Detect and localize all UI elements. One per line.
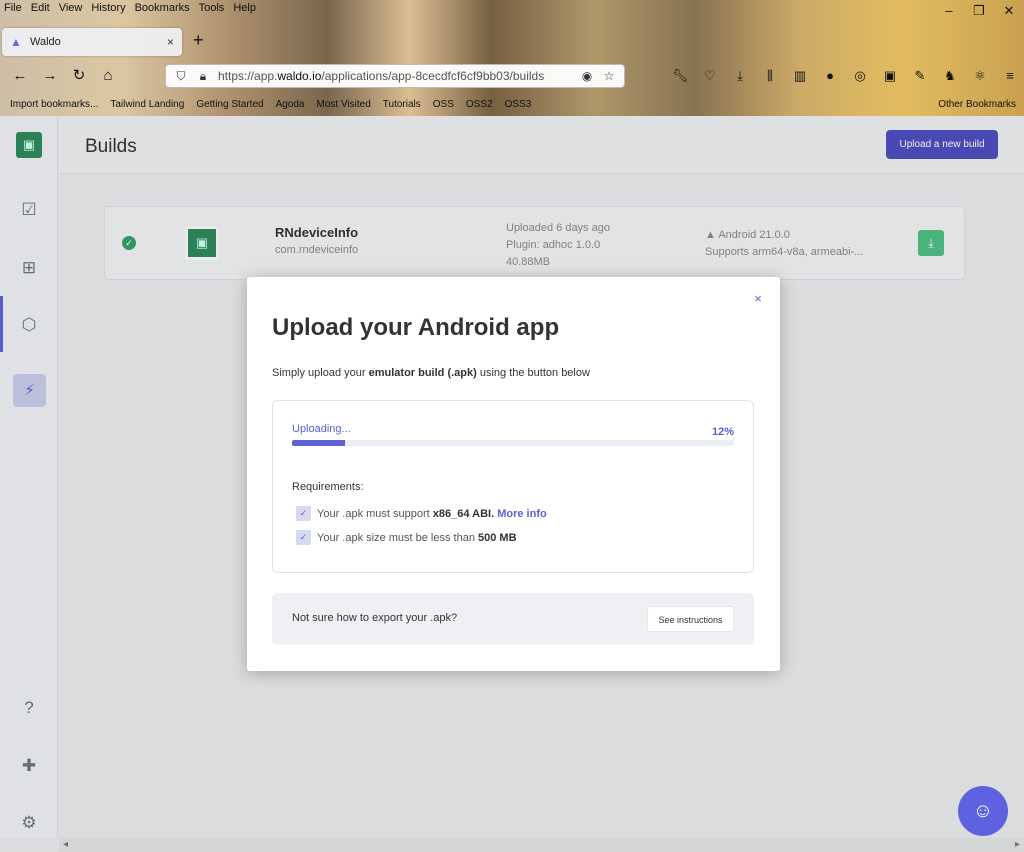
forward-icon[interactable]: → (39, 65, 61, 87)
home-icon[interactable]: ⌂ (97, 65, 119, 87)
uploading-label: Uploading... (292, 423, 351, 435)
waldo-favicon-icon: ▲ (10, 35, 22, 49)
back-icon[interactable]: ← (9, 65, 31, 87)
new-tab-button[interactable]: + (193, 30, 204, 51)
check-icon: ✓ (296, 530, 311, 545)
menu-file[interactable]: File (4, 0, 22, 17)
progress-fill (292, 440, 346, 446)
requirement-size: ✓ Your .apk size must be less than 500 M… (296, 530, 517, 545)
modal-title: Upload your Android app (272, 314, 560, 341)
bookmark-getting-started[interactable]: Getting Started (196, 99, 263, 110)
menu-tools[interactable]: Tools (199, 0, 225, 17)
menu-help[interactable]: Help (233, 0, 256, 17)
menu-hamburger-icon[interactable]: ≡ (1000, 66, 1020, 86)
url-text[interactable]: https://app.waldo.io/applications/app-8c… (218, 69, 572, 83)
tab-title: Waldo (30, 36, 61, 48)
menu-bar: File Edit View History Bookmarks Tools H… (0, 0, 256, 17)
window-controls: – ❐ ✕ (934, 0, 1024, 22)
bookmarks-bar: Import bookmarks... Tailwind Landing Get… (0, 94, 1024, 114)
upload-modal: × Upload your Android app Simply upload … (247, 277, 780, 671)
requirements-title: Requirements: (292, 481, 364, 493)
bookmark-folder-tutorials[interactable]: Tutorials (383, 99, 421, 110)
toolbar-icons: 🔧︎ ♡ ⤓ ⫼ ▥ ● ◎ ▣ ✎ ♞ ⚛ ≡ (670, 66, 1020, 86)
lock-icon[interactable]: 🔒︎ (196, 69, 210, 84)
menu-bookmarks[interactable]: Bookmarks (135, 0, 190, 17)
minimize-icon[interactable]: – (934, 0, 964, 22)
navigation-toolbar: ← → ↻ ⌂ ⛉ 🔒︎ https://app.waldo.io/applic… (0, 62, 1024, 90)
pocket-icon[interactable]: ♡ (700, 66, 720, 86)
two-icon[interactable]: ● (820, 66, 840, 86)
bookmark-folder-oss[interactable]: OSS (433, 99, 454, 110)
check-icon: ✓ (296, 506, 311, 521)
globe-extension-icon[interactable]: ◎ (850, 66, 870, 86)
bookmark-tailwind[interactable]: Tailwind Landing (110, 99, 184, 110)
shield-icon[interactable]: ⛉ (174, 69, 188, 84)
extension-icon[interactable]: ◉ (580, 69, 594, 83)
bookmark-other[interactable]: Other Bookmarks (938, 99, 1016, 110)
bookmark-most-visited[interactable]: Most Visited (317, 99, 371, 110)
wrench-icon[interactable]: 🔧︎ (670, 66, 690, 86)
react-icon[interactable]: ⚛ (970, 66, 990, 86)
bookmark-folder-oss3[interactable]: OSS3 (505, 99, 532, 110)
upload-progress-bar (292, 440, 734, 446)
export-help-text: Not sure how to export your .apk? (292, 612, 458, 624)
menu-view[interactable]: View (59, 0, 83, 17)
address-bar[interactable]: ⛉ 🔒︎ https://app.waldo.io/applications/a… (165, 64, 625, 88)
library-icon[interactable]: ⫼ (760, 66, 780, 86)
reload-icon[interactable]: ↻ (68, 65, 90, 87)
bookmark-folder-oss2[interactable]: OSS2 (466, 99, 493, 110)
close-window-icon[interactable]: ✕ (994, 0, 1024, 22)
see-instructions-button[interactable]: See instructions (647, 606, 734, 632)
bookmark-agoda[interactable]: Agoda (276, 99, 305, 110)
download-icon[interactable]: ⤓ (730, 66, 750, 86)
browser-chrome: File Edit View History Bookmarks Tools H… (0, 0, 1024, 116)
bookmark-star-icon[interactable]: ☆ (602, 69, 616, 83)
browser-tab[interactable]: ▲ Waldo × (2, 28, 182, 56)
gnome-icon[interactable]: ♞ (940, 66, 960, 86)
notes-icon[interactable]: ✎ (910, 66, 930, 86)
tab-close-icon[interactable]: × (167, 35, 174, 49)
export-help-box: Not sure how to export your .apk? See in… (272, 593, 754, 645)
chat-support-icon[interactable]: ☺ (958, 786, 1008, 836)
upload-percent: 12% (711, 426, 734, 438)
menu-history[interactable]: History (91, 0, 125, 17)
more-info-link[interactable]: More info (497, 508, 547, 520)
extension-orange-icon[interactable]: ▣ (880, 66, 900, 86)
upload-progress-box: Uploading... 12% Requirements: ✓ Your .a… (272, 400, 754, 573)
modal-subtitle: Simply upload your emulator build (.apk)… (272, 367, 590, 379)
bookmark-import[interactable]: Import bookmarks... (10, 99, 98, 110)
modal-close-icon[interactable]: × (750, 291, 766, 307)
requirement-abi: ✓ Your .apk must support x86_64 ABI. Mor… (296, 506, 547, 521)
maximize-icon[interactable]: ❐ (964, 0, 994, 22)
menu-edit[interactable]: Edit (31, 0, 50, 17)
sidebar-icon[interactable]: ▥ (790, 66, 810, 86)
